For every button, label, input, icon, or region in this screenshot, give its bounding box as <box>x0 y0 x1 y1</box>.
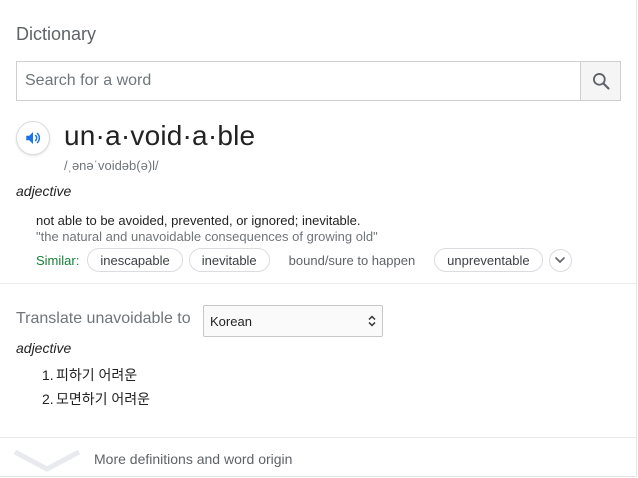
phonetic: /ˌənəˈvoidəb(ə)l/ <box>64 158 159 173</box>
example-sentence: "the natural and unavoidable consequence… <box>36 229 378 244</box>
list-number: 2. <box>42 391 54 407</box>
translation-list: 1. 피하기 어려운 2. 모면하기 어려운 <box>42 366 150 414</box>
dictionary-card: Dictionary un·a·void·a·ble /ˌənəˈvoidəb(… <box>0 0 637 477</box>
card-title: Dictionary <box>16 24 97 44</box>
chevron-down-icon <box>555 257 565 263</box>
list-number: 1. <box>42 367 54 383</box>
translation-text: 모면하기 어려운 <box>56 391 151 407</box>
list-item: 2. 모면하기 어려운 <box>42 390 150 414</box>
search-input[interactable] <box>17 62 580 100</box>
language-select-value: Korean <box>210 313 252 329</box>
headword: un·a·void·a·ble <box>64 120 256 151</box>
similar-chip[interactable]: bound/sure to happen <box>275 248 429 272</box>
more-definitions-link[interactable]: More definitions and word origin <box>12 445 412 475</box>
translation-text: 피하기 어려운 <box>56 367 138 383</box>
language-select[interactable]: Korean <box>203 305 383 337</box>
list-item: 1. 피하기 어려운 <box>42 366 150 390</box>
translation-part-of-speech: adjective <box>16 340 72 356</box>
expand-similar-button[interactable] <box>548 248 572 272</box>
similar-chip[interactable]: inevitable <box>188 248 270 272</box>
divider <box>0 437 637 438</box>
similar-chip[interactable]: inescapable <box>87 248 183 272</box>
part-of-speech: adjective <box>16 183 72 199</box>
definition: not able to be avoided, prevented, or ig… <box>36 213 361 228</box>
search-icon <box>592 73 610 90</box>
select-arrows-icon <box>368 315 376 327</box>
search-box <box>16 61 621 101</box>
similar-label: Similar: <box>36 252 80 268</box>
divider <box>0 283 637 284</box>
pronunciation-button[interactable] <box>16 121 50 155</box>
similar-words: Similar: inescapable inevitable bound/su… <box>36 248 572 272</box>
chevron-down-icon <box>13 449 81 472</box>
search-button[interactable] <box>580 62 620 100</box>
more-definitions-label: More definitions and word origin <box>94 451 293 467</box>
similar-chip[interactable]: unpreventable <box>434 248 543 272</box>
speaker-icon <box>26 132 41 144</box>
translate-label: Translate unavoidable to <box>16 310 191 327</box>
